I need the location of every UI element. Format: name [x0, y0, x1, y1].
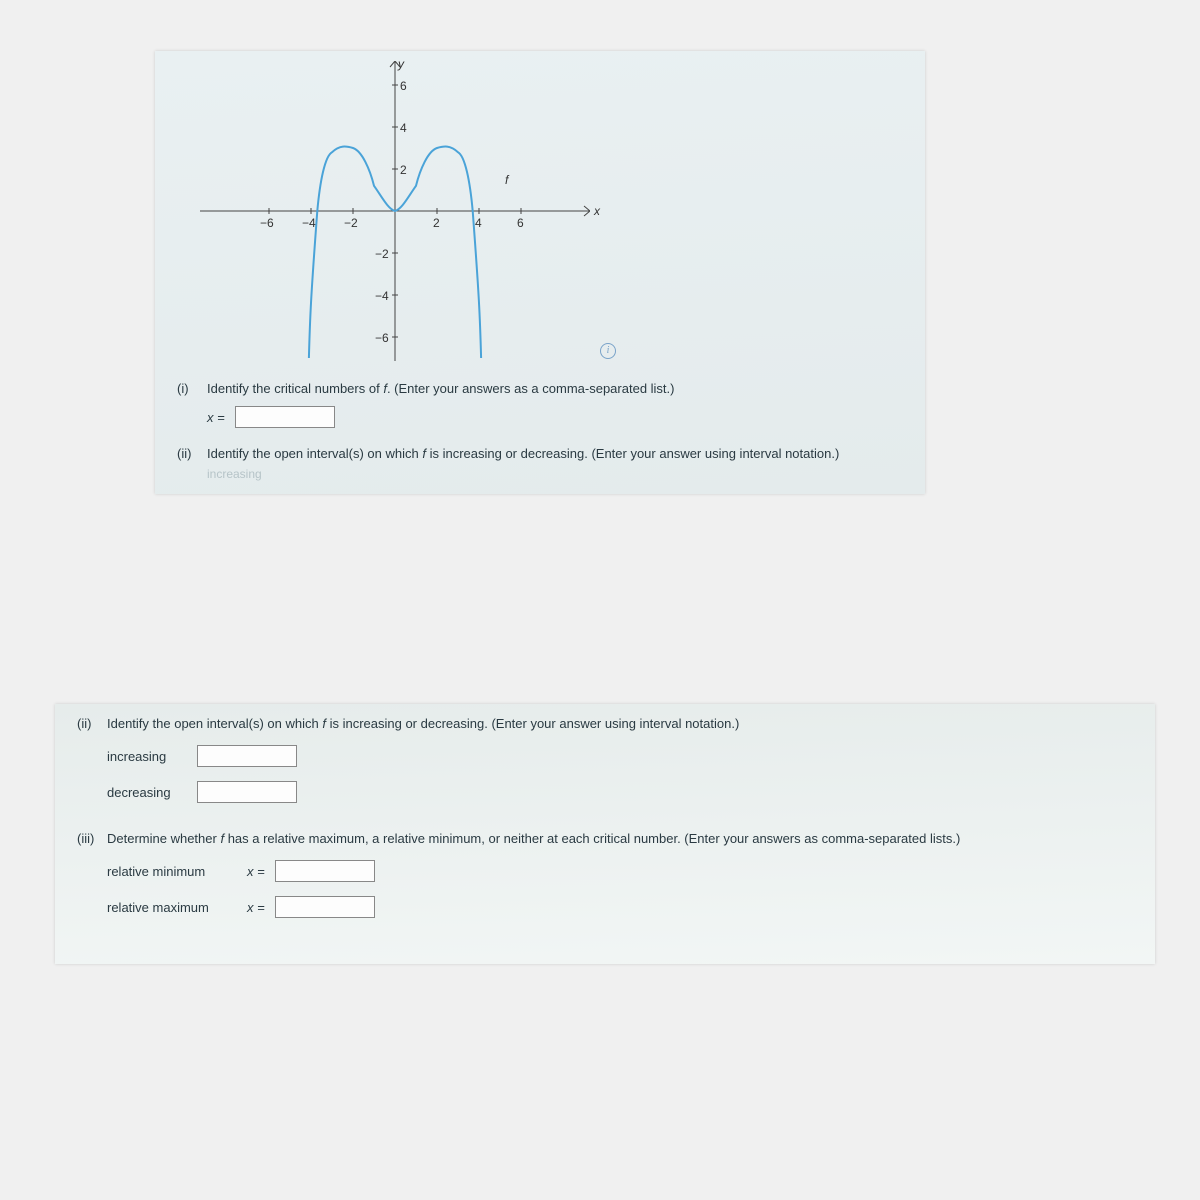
input-rel-min[interactable]	[275, 860, 375, 882]
x-tick--4: −4	[302, 216, 316, 230]
x-tick--2: −2	[344, 216, 358, 230]
question-ii-text-top: Identify the open interval(s) on which f…	[207, 446, 839, 461]
bottom-panel: (ii) Identify the open interval(s) on wh…	[55, 704, 1155, 964]
label-increasing: increasing	[107, 749, 187, 764]
question-i: (i) Identify the critical numbers of f. …	[177, 381, 903, 428]
input-rel-max[interactable]	[275, 896, 375, 918]
label-decreasing: decreasing	[107, 785, 187, 800]
y-tick--6: −6	[375, 331, 389, 345]
y-tick--2: −2	[375, 247, 389, 261]
input-increasing[interactable]	[197, 745, 297, 767]
question-iii: (iii) Determine whether f has a relative…	[77, 831, 1133, 918]
input-decreasing[interactable]	[197, 781, 297, 803]
y-tick--4: −4	[375, 289, 389, 303]
x-tick-2: 2	[433, 216, 440, 230]
question-ii-num-top: (ii)	[177, 446, 207, 461]
info-icon[interactable]: i	[600, 343, 616, 359]
label-rel-max: relative maximum	[107, 900, 237, 915]
question-iii-num: (iii)	[77, 831, 107, 846]
x-tick-6: 6	[517, 216, 524, 230]
function-label: f	[505, 173, 508, 187]
question-ii: (ii) Identify the open interval(s) on wh…	[77, 716, 1133, 803]
x-tick-4: 4	[475, 216, 482, 230]
answer-i-label: x =	[207, 410, 225, 425]
question-ii-top: (ii) Identify the open interval(s) on wh…	[177, 446, 903, 481]
y-tick-6: 6	[400, 79, 407, 93]
graph: −6 −4 −2 2 4 6 6 4 2 −2 −4 −6 y x f i	[200, 61, 590, 361]
eq-rel-min: x =	[247, 864, 265, 879]
question-i-text: Identify the critical numbers of f. (Ent…	[207, 381, 675, 396]
question-ii-text: Identify the open interval(s) on which f…	[107, 716, 739, 731]
x-tick--6: −6	[260, 216, 274, 230]
top-panel: −6 −4 −2 2 4 6 6 4 2 −2 −4 −6 y x f i (i…	[155, 51, 925, 494]
x-axis-label: x	[594, 204, 600, 218]
question-iii-text: Determine whether f has a relative maxim…	[107, 831, 960, 846]
cut-off-label: increasing	[207, 467, 262, 481]
question-ii-num: (ii)	[77, 716, 107, 731]
answer-i-input[interactable]	[235, 406, 335, 428]
question-i-num: (i)	[177, 381, 207, 396]
eq-rel-max: x =	[247, 900, 265, 915]
plot-svg	[200, 61, 590, 361]
label-rel-min: relative minimum	[107, 864, 237, 879]
y-tick-4: 4	[400, 121, 407, 135]
y-tick-2: 2	[400, 163, 407, 177]
y-axis-label: y	[398, 57, 404, 71]
